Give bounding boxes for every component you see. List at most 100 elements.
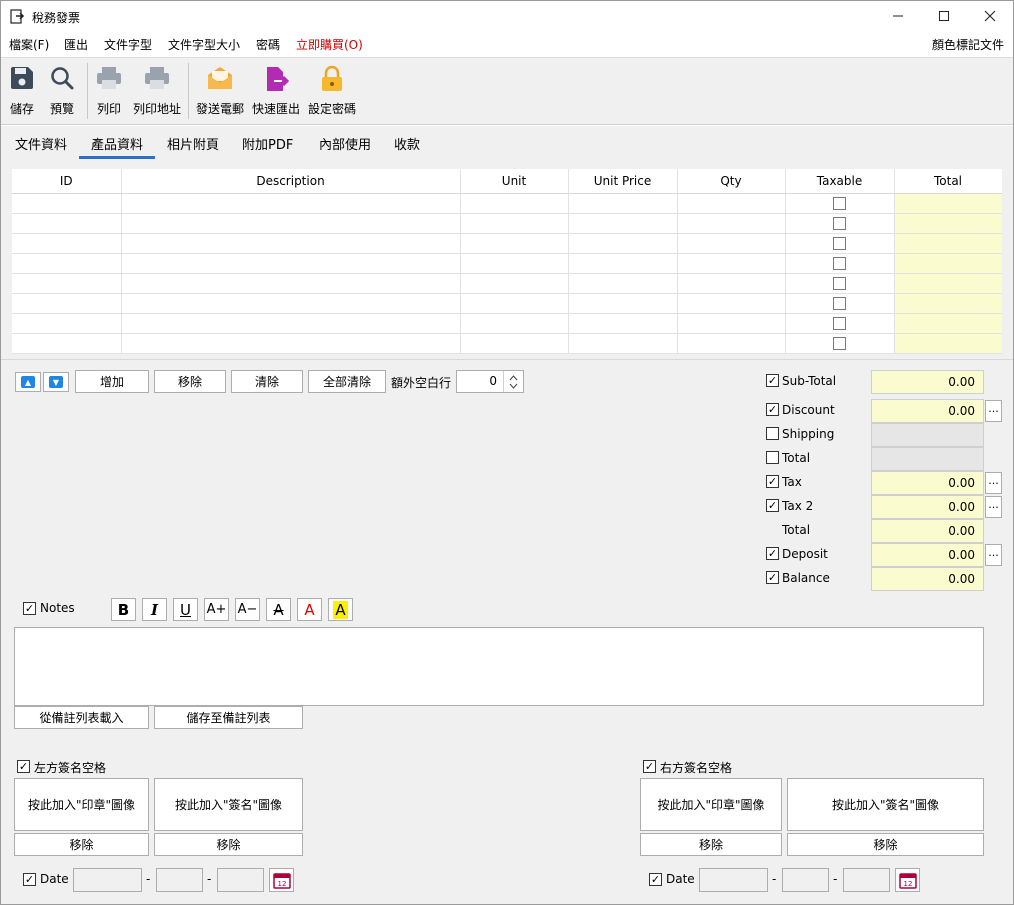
minimize-button[interactable]: [875, 1, 921, 31]
tax-field[interactable]: 0.00: [871, 471, 984, 495]
tab-product-info[interactable]: 產品資料: [91, 134, 143, 153]
menu-password[interactable]: 密碼: [256, 36, 280, 53]
balance-checkbox[interactable]: [766, 571, 779, 584]
tab-attach-pdf[interactable]: 附加PDF: [242, 134, 293, 153]
grid-cell[interactable]: [460, 193, 569, 214]
grid-cell[interactable]: [568, 213, 678, 234]
column-header-unit-price[interactable]: Unit Price: [568, 169, 678, 194]
right-calendar-button[interactable]: 12: [895, 868, 920, 892]
left-signature-checkbox[interactable]: [17, 760, 30, 773]
highlight-button[interactable]: A: [328, 598, 353, 621]
deposit-checkbox[interactable]: [766, 547, 779, 560]
tab-document-info[interactable]: 文件資料: [15, 134, 67, 153]
right-date-checkbox[interactable]: [649, 873, 662, 886]
tax2-field[interactable]: 0.00: [871, 495, 984, 519]
column-header-qty[interactable]: Qty: [677, 169, 786, 194]
column-header-total[interactable]: Total: [894, 169, 1003, 194]
grid-cell[interactable]: [12, 293, 122, 314]
right-signature-checkbox[interactable]: [643, 760, 656, 773]
tax2-more-button[interactable]: ...: [985, 496, 1002, 518]
grid-cell[interactable]: [568, 333, 678, 354]
send-email-button[interactable]: 發送電郵: [195, 58, 245, 124]
taxable-checkbox[interactable]: [833, 197, 846, 210]
clear-all-button[interactable]: 全部清除: [308, 370, 386, 393]
taxable-cell[interactable]: [785, 313, 895, 334]
grid-cell[interactable]: [121, 233, 461, 254]
discount-more-button[interactable]: ...: [985, 400, 1002, 422]
taxable-cell[interactable]: [785, 213, 895, 234]
print-address-button[interactable]: 列印地址: [133, 58, 181, 124]
grid-cell[interactable]: [460, 273, 569, 294]
tax2-checkbox[interactable]: [766, 499, 779, 512]
grid-cell[interactable]: [12, 333, 122, 354]
menu-font-size[interactable]: 文件字型大小: [168, 36, 240, 53]
grid-cell[interactable]: [677, 193, 786, 214]
tax-checkbox[interactable]: [766, 475, 779, 488]
quick-export-button[interactable]: 快速匯出: [251, 58, 301, 124]
grid-cell[interactable]: [12, 193, 122, 214]
taxable-checkbox[interactable]: [833, 277, 846, 290]
move-up-button[interactable]: ▲: [15, 372, 41, 392]
taxable-checkbox[interactable]: [833, 337, 846, 350]
grid-cell[interactable]: [12, 233, 122, 254]
tax-more-button[interactable]: ...: [985, 472, 1002, 494]
menu-color-tag[interactable]: 顏色標記文件: [932, 36, 1004, 53]
subtotal-checkbox[interactable]: [766, 374, 779, 387]
grid-cell[interactable]: [677, 333, 786, 354]
menu-export[interactable]: 匯出: [64, 36, 88, 53]
grid-cell[interactable]: [677, 293, 786, 314]
taxable-cell[interactable]: [785, 273, 895, 294]
move-down-button[interactable]: ▼: [43, 372, 69, 392]
font-color-button[interactable]: A: [297, 598, 322, 621]
grid-cell[interactable]: [121, 213, 461, 234]
grid-cell[interactable]: [568, 233, 678, 254]
grid-cell[interactable]: [121, 193, 461, 214]
left-remove-signature-button[interactable]: 移除: [154, 833, 303, 856]
column-header-description[interactable]: Description: [121, 169, 461, 194]
taxable-cell[interactable]: [785, 193, 895, 214]
grid-cell[interactable]: [460, 233, 569, 254]
preview-button[interactable]: 預覽: [45, 58, 79, 124]
grid-cell[interactable]: [460, 293, 569, 314]
italic-button[interactable]: I: [142, 598, 167, 621]
right-add-signature-button[interactable]: 按此加入"簽名"圖像: [787, 778, 984, 831]
strikethrough-button[interactable]: A: [266, 598, 291, 621]
grid-cell[interactable]: [121, 273, 461, 294]
bold-button[interactable]: B: [111, 598, 136, 621]
grid-cell[interactable]: [12, 273, 122, 294]
taxable-cell[interactable]: [785, 253, 895, 274]
print-button[interactable]: 列印: [93, 58, 125, 124]
right-date-year-field[interactable]: [699, 868, 768, 892]
save-button[interactable]: 儲存: [5, 58, 39, 124]
increase-font-button[interactable]: A+: [204, 598, 229, 621]
shipping-checkbox[interactable]: [766, 427, 779, 440]
grid-cell[interactable]: [568, 313, 678, 334]
left-add-stamp-button[interactable]: 按此加入"印章"圖像: [14, 778, 149, 831]
close-button[interactable]: [967, 1, 1013, 31]
column-header-unit[interactable]: Unit: [460, 169, 569, 194]
grid-cell[interactable]: [460, 333, 569, 354]
grid-cell[interactable]: [568, 293, 678, 314]
left-calendar-button[interactable]: 12: [269, 868, 294, 892]
grid-scrollbar[interactable]: [1002, 169, 1013, 354]
set-password-button[interactable]: 設定密碼: [307, 58, 357, 124]
right-add-stamp-button[interactable]: 按此加入"印章"圖像: [640, 778, 782, 831]
grid-cell[interactable]: [460, 313, 569, 334]
extra-blank-rows-stepper[interactable]: 0: [456, 370, 524, 393]
grid-cell[interactable]: [568, 273, 678, 294]
left-add-signature-button[interactable]: 按此加入"簽名"圖像: [154, 778, 303, 831]
discount-checkbox[interactable]: [766, 403, 779, 416]
taxable-checkbox[interactable]: [833, 297, 846, 310]
underline-button[interactable]: U: [173, 598, 198, 621]
save-to-notes-list-button[interactable]: 儲存至備註列表: [154, 706, 303, 729]
product-grid[interactable]: ID Description Unit Unit Price Qty Taxab…: [12, 169, 1003, 354]
menu-font[interactable]: 文件字型: [104, 36, 152, 53]
grid-cell[interactable]: [121, 293, 461, 314]
right-remove-signature-button[interactable]: 移除: [787, 833, 984, 856]
grid-cell[interactable]: [460, 253, 569, 274]
notes-textarea[interactable]: [14, 627, 984, 706]
menu-file[interactable]: 檔案(F): [9, 36, 49, 53]
grid-cell[interactable]: [121, 253, 461, 274]
taxable-checkbox[interactable]: [833, 257, 846, 270]
grid-cell[interactable]: [12, 253, 122, 274]
